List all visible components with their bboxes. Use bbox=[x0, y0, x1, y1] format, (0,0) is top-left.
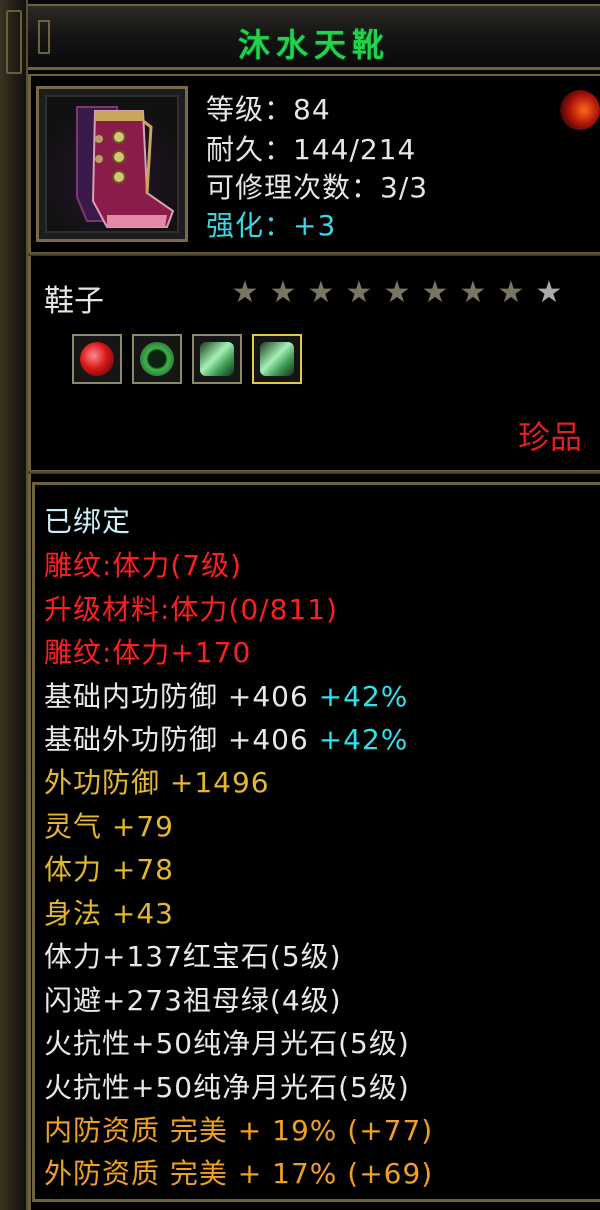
item-repair-count: 可修理次数：3/3 bbox=[206, 171, 429, 204]
inner-defense-pct: +42% bbox=[318, 680, 409, 713]
spirit-stat: 灵气 +79 bbox=[44, 810, 174, 843]
boots-icon bbox=[45, 95, 179, 233]
star-icon: ★ bbox=[383, 275, 411, 310]
star-icon: ★ bbox=[231, 275, 259, 310]
divider bbox=[28, 470, 600, 474]
outer-defense-base-text: 基础外功防御 +406 bbox=[44, 723, 309, 756]
moonstone-gem-icon bbox=[260, 342, 294, 376]
star-icon: ★ bbox=[345, 275, 373, 310]
gem-slot[interactable] bbox=[72, 334, 122, 384]
item-durability: 耐久：144/214 bbox=[206, 133, 417, 166]
outer-defense: 外功防御 +1496 bbox=[44, 766, 270, 799]
outer-defense-base: 基础外功防御 +406 +42% bbox=[44, 718, 408, 758]
divider bbox=[28, 252, 600, 256]
engrave-bonus-line: 雕纹:体力+170 bbox=[44, 636, 252, 669]
gem-slot[interactable] bbox=[132, 334, 182, 384]
title-bar: 沐水天靴 bbox=[28, 4, 600, 70]
item-level: 等级：84 bbox=[206, 93, 331, 126]
star-icon: ★ bbox=[497, 275, 525, 310]
stamina-stat: 体力 +78 bbox=[44, 853, 174, 886]
inner-defense-base-text: 基础内功防御 +406 bbox=[44, 680, 309, 713]
inner-quality: 内防资质 完美 + 19% (+77) bbox=[44, 1114, 434, 1147]
gem-slot[interactable] bbox=[252, 334, 302, 384]
gem-slot[interactable] bbox=[192, 334, 242, 384]
ruby-gem-icon bbox=[80, 342, 114, 376]
star-icon: ★ bbox=[459, 275, 487, 310]
upgrade-material-line: 升级材料:体力(0/811) bbox=[44, 593, 338, 626]
gem-bonus-2: 闪避+273祖母绿(4级) bbox=[44, 984, 342, 1017]
gem-slots bbox=[72, 334, 302, 384]
star-icon: ★ bbox=[269, 275, 297, 310]
item-type: 鞋子 bbox=[44, 284, 104, 319]
emerald-gem-icon bbox=[140, 342, 174, 376]
rarity-label: 珍品 bbox=[518, 418, 583, 456]
gem-bonus-1: 体力+137红宝石(5级) bbox=[44, 940, 342, 973]
item-name: 沐水天靴 bbox=[237, 26, 390, 64]
engrave-line: 雕纹:体力(7级) bbox=[44, 549, 243, 582]
outer-defense-pct: +42% bbox=[318, 723, 409, 756]
star-icon: ★ bbox=[421, 275, 449, 310]
item-icon-frame bbox=[36, 86, 188, 242]
item-enhancement: 强化：+3 bbox=[206, 209, 337, 242]
gem-bonus-3: 火抗性+50纯净月光石(5级) bbox=[44, 1027, 410, 1060]
inner-defense-base: 基础内功防御 +406 +42% bbox=[44, 675, 408, 715]
left-border bbox=[0, 0, 28, 1210]
star-icon: ★ bbox=[535, 275, 563, 310]
fire-emblem-icon bbox=[560, 90, 600, 130]
star-icon: ★ bbox=[307, 275, 335, 310]
agility-stat: 身法 +43 bbox=[44, 897, 174, 930]
gem-bonus-4: 火抗性+50纯净月光石(5级) bbox=[44, 1071, 410, 1104]
star-rating: ★ ★ ★ ★ ★ ★ ★ ★ ★ bbox=[226, 276, 568, 310]
bound-status: 已绑定 bbox=[44, 505, 132, 538]
outer-quality: 外防资质 完美 + 17% (+69) bbox=[44, 1157, 434, 1190]
moonstone-gem-icon bbox=[200, 342, 234, 376]
